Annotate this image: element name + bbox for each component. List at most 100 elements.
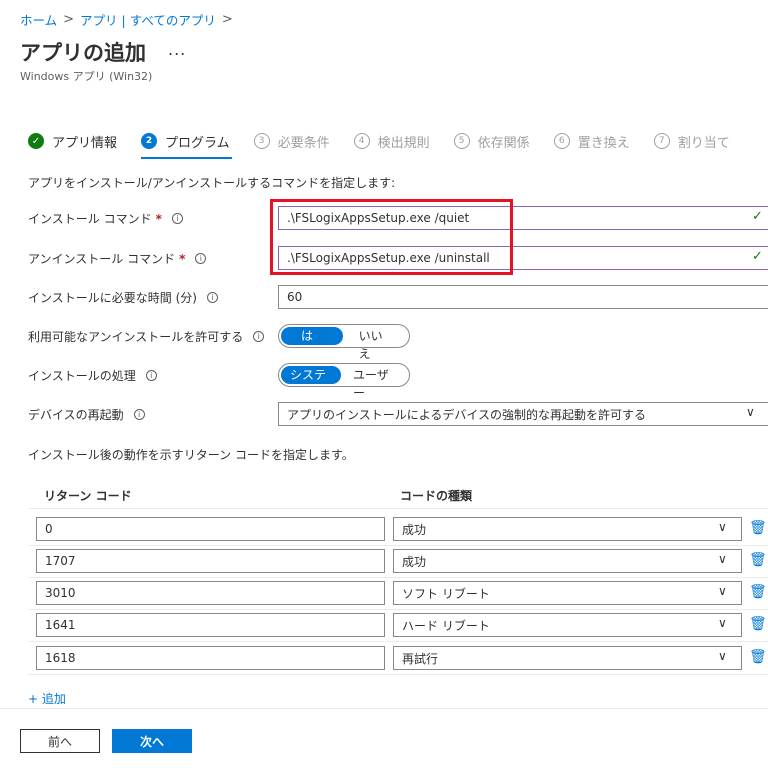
toggle-system-option[interactable]: システム xyxy=(281,366,341,400)
previous-button[interactable]: 前へ xyxy=(20,729,100,753)
breadcrumb: ホーム > アプリ | すべてのアプリ > xyxy=(20,10,233,29)
step-number: 2 xyxy=(141,133,158,149)
breadcrumb-apps-link[interactable]: アプリ | すべてのアプリ xyxy=(80,10,216,29)
page-title: アプリの追加 xyxy=(20,41,146,65)
code-type-select[interactable]: 再試行 xyxy=(393,646,742,670)
table-divider xyxy=(28,508,768,509)
trash-icon[interactable]: 🗑 xyxy=(749,584,767,600)
check-icon: ✓ xyxy=(752,209,763,224)
device-restart-select[interactable]: アプリのインストールによるデバイスの強制的な再起動を許可する xyxy=(278,402,768,426)
install-time-input[interactable]: 60 xyxy=(278,285,768,309)
step-dependencies[interactable]: 5 依存関係 xyxy=(453,132,530,151)
code-type-value: 再試行 xyxy=(402,651,439,666)
label-text: インストールに必要な時間 (分) xyxy=(28,291,197,305)
step-label: 置き換え xyxy=(577,135,630,151)
step-supersedence[interactable]: 6 置き換え xyxy=(553,132,630,151)
step-detection-rules[interactable]: 4 検出規則 xyxy=(353,132,430,151)
return-codes-description: インストール後の動作を示すリターン コードを指定します。 xyxy=(28,448,354,462)
code-type-value: ソフト リブート xyxy=(402,586,490,601)
install-time-label: インストールに必要な時間 (分) i xyxy=(28,289,218,306)
more-options-button[interactable]: ... xyxy=(168,40,186,59)
toggle-user-option[interactable]: ユーザー xyxy=(341,366,407,400)
return-code-value: 1618 xyxy=(45,651,76,665)
return-code-input[interactable]: 3010 xyxy=(36,581,385,605)
info-icon[interactable]: i xyxy=(133,409,145,420)
code-type-select[interactable]: 成功 xyxy=(393,517,742,541)
install-behavior-label: インストールの処理 i xyxy=(28,367,157,384)
label-text: インストールの処理 xyxy=(28,369,136,383)
table-divider xyxy=(28,609,768,610)
step-program[interactable]: 2 プログラム xyxy=(141,132,232,159)
step-label: プログラム xyxy=(165,135,230,151)
device-restart-label: デバイスの再起動 i xyxy=(28,406,145,423)
breadcrumb-home-link[interactable]: ホーム xyxy=(20,10,57,29)
wizard-steps: ✓ アプリ情報 2 プログラム 3 必要条件 4 検出規則 5 依存関係 6 置… xyxy=(28,130,754,159)
step-label: 割り当て xyxy=(677,135,730,151)
info-icon[interactable]: i xyxy=(145,370,157,381)
install-time-value: 60 xyxy=(287,290,303,304)
toggle-no-option[interactable]: いいえ xyxy=(343,327,407,361)
trash-icon[interactable]: 🗑 xyxy=(749,552,767,568)
program-description: アプリをインストール/アンインストールするコマンドを指定します: xyxy=(28,176,396,190)
uninstall-command-label: アンインストール コマンド * i xyxy=(28,250,207,267)
step-number: 6 xyxy=(553,133,570,149)
code-type-select[interactable]: 成功 xyxy=(393,549,742,573)
checkmark-icon: ✓ xyxy=(28,133,44,149)
trash-icon[interactable]: 🗑 xyxy=(749,520,767,536)
label-text: インストール コマンド xyxy=(28,212,152,226)
footer-divider xyxy=(0,708,768,709)
column-header-code-type: コードの種類 xyxy=(400,489,473,503)
table-divider xyxy=(28,641,768,642)
required-marker: * xyxy=(155,211,162,226)
step-requirements[interactable]: 3 必要条件 xyxy=(253,132,330,151)
label-text: アンインストール コマンド xyxy=(28,252,176,266)
return-code-value: 1707 xyxy=(45,554,76,568)
label-text: 利用可能なアンインストールを許可する xyxy=(28,330,244,344)
step-number: 5 xyxy=(453,133,470,149)
step-number: 7 xyxy=(653,133,670,149)
info-icon[interactable]: i xyxy=(171,213,183,224)
return-code-input[interactable]: 0 xyxy=(36,517,385,541)
return-code-input[interactable]: 1707 xyxy=(36,549,385,573)
info-icon[interactable]: i xyxy=(206,292,218,303)
code-type-value: ハード リブート xyxy=(402,618,490,633)
step-app-info[interactable]: ✓ アプリ情報 xyxy=(28,132,117,151)
highlight-box xyxy=(270,199,513,275)
required-marker: * xyxy=(179,251,186,266)
table-divider xyxy=(28,577,768,578)
trash-icon[interactable]: 🗑 xyxy=(749,616,767,632)
next-button[interactable]: 次へ xyxy=(112,729,192,753)
allow-uninstall-toggle: はい いいえ xyxy=(278,324,410,361)
install-behavior-toggle: システム ユーザー xyxy=(278,363,410,400)
code-type-value: 成功 xyxy=(402,522,427,537)
return-code-value: 3010 xyxy=(45,586,76,600)
add-return-code-link[interactable]: + 追加 xyxy=(28,690,66,707)
chevron-down-icon: ∨ xyxy=(746,405,755,419)
table-divider xyxy=(28,545,768,546)
return-code-value: 1641 xyxy=(45,618,76,632)
code-type-value: 成功 xyxy=(402,554,427,569)
step-label: 依存関係 xyxy=(477,135,530,151)
return-code-input[interactable]: 1641 xyxy=(36,613,385,637)
breadcrumb-separator: > xyxy=(63,12,75,27)
step-label: 検出規則 xyxy=(377,135,430,151)
step-label: 必要条件 xyxy=(277,135,330,151)
code-type-select[interactable]: ソフト リブート xyxy=(393,581,742,605)
code-type-select[interactable]: ハード リブート xyxy=(393,613,742,637)
label-text: デバイスの再起動 xyxy=(28,408,124,422)
trash-icon[interactable]: 🗑 xyxy=(749,649,767,665)
allow-uninstall-label: 利用可能なアンインストールを許可する i xyxy=(28,328,265,345)
breadcrumb-separator: > xyxy=(221,12,233,27)
step-assignments[interactable]: 7 割り当て xyxy=(653,132,730,151)
toggle-yes-option[interactable]: はい xyxy=(281,327,343,361)
return-code-value: 0 xyxy=(45,522,53,536)
info-icon[interactable]: i xyxy=(195,253,207,264)
info-icon[interactable]: i xyxy=(253,331,265,342)
table-divider xyxy=(28,674,768,675)
page-subtitle: Windows アプリ (Win32) xyxy=(20,70,153,83)
step-number: 3 xyxy=(253,133,270,149)
return-code-input[interactable]: 1618 xyxy=(36,646,385,670)
install-command-label: インストール コマンド * i xyxy=(28,210,183,227)
step-label: アプリ情報 xyxy=(52,135,118,151)
device-restart-value: アプリのインストールによるデバイスの強制的な再起動を許可する xyxy=(287,407,647,422)
